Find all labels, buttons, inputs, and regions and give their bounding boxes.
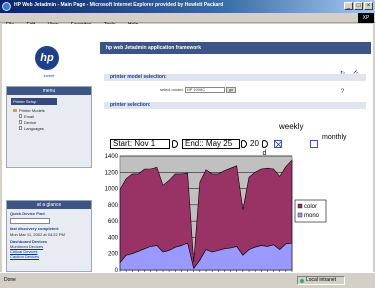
go-button[interactable]: go [225, 87, 237, 93]
hp-logo: hp [35, 46, 59, 70]
monthly-checkbox[interactable] [310, 140, 318, 148]
security-zone: Local intranet [297, 276, 345, 285]
document-icon [19, 126, 22, 130]
internet-explorer-icon [2, 2, 11, 11]
folder-icon [13, 109, 17, 112]
year-picker-icon[interactable] [262, 140, 268, 148]
legend-swatch [297, 212, 303, 218]
legend-swatch [297, 203, 303, 209]
last-discovery-value: Mon Mar 11, 2002 at 04:22 PM [10, 232, 65, 237]
hp-tagline: invent [43, 73, 55, 78]
y-tick-label: 600 [108, 219, 119, 225]
select-model-row: select model: HP 1000C go [160, 87, 237, 93]
app-header: hp web Jetadmin application framework [100, 42, 371, 54]
weekly-checkbox[interactable] [274, 140, 282, 148]
year-text: 20 [250, 139, 259, 148]
y-tick-label: 800 [108, 203, 119, 209]
end-date-picker-icon[interactable] [241, 140, 247, 148]
legend-entry: color [304, 204, 317, 210]
printer-selection-heading: printer selection: [104, 102, 366, 109]
glance-title: at a glance [7, 201, 91, 209]
status-bar: Done Local intranet [0, 272, 375, 288]
minimize-button[interactable]: _ [344, 2, 353, 10]
menu-panel-title: menu [7, 87, 91, 95]
windows-xp-badge: XP [358, 13, 374, 23]
header-icons: ↻ ⎙ ? [337, 62, 367, 95]
menu-select-dropdown[interactable]: Printer Setup [11, 98, 57, 105]
end-date-field[interactable]: End:: May 25 [182, 139, 240, 149]
select-model-label: select model: [160, 87, 184, 93]
maximize-button[interactable]: □ [354, 2, 363, 10]
close-button[interactable]: × [364, 2, 373, 10]
menu-bar: File Edit View Favorites Tools Help [0, 13, 375, 28]
at-a-glance-panel: at a glance Quick Device Find last disco… [6, 200, 92, 272]
window-title: HP Web Jetadmin - Main Page - Microsoft … [14, 2, 224, 8]
app-title: hp web Jetadmin application framework [106, 45, 202, 51]
weekly-label: weekly [279, 122, 304, 131]
quick-device-find-input[interactable] [10, 218, 50, 224]
document-icon [19, 114, 22, 118]
y-tick-label: 1000 [105, 187, 119, 193]
document-icon [19, 120, 22, 124]
usage-chart-card: Start: Nov 1 End:: May 25 20 d a i l wee… [96, 122, 347, 288]
usage-area-chart: 0200400600800100012001400135791113151719… [105, 154, 327, 281]
title-bar: HP Web Jetadmin - Main Page - Microsoft … [0, 0, 375, 13]
tree-item-languages[interactable]: Languages [19, 126, 45, 132]
dashboard-link[interactable]: Caution Devices [10, 254, 91, 259]
hp-logo-area: hp invent [26, 46, 72, 82]
menu-tree: Printer Models Email Device Languages [13, 108, 45, 132]
status-text: Done [4, 277, 16, 283]
y-tick-label: 400 [108, 235, 119, 241]
last-discovery-label: last discovery completed: [10, 226, 60, 231]
select-model-dropdown[interactable]: HP 1000C [184, 87, 225, 93]
help-icon[interactable]: ? [339, 89, 346, 96]
menu-panel: menu Printer Setup Printer Models Email … [6, 86, 92, 168]
monthly-label: monthly [322, 134, 347, 141]
start-date-picker-icon[interactable] [172, 140, 178, 148]
y-tick-label: 1200 [105, 170, 119, 176]
start-date-field[interactable]: Start: Nov 1 [110, 139, 170, 149]
left-column: hp invent menu Printer Setup Printer Mod… [4, 40, 96, 272]
legend-entry: mono [304, 213, 320, 219]
y-tick-label: 200 [108, 252, 119, 258]
y-tick-label: 1400 [105, 154, 119, 160]
quick-device-find-label: Quick Device Find [10, 211, 45, 216]
model-selection-heading: printer model selection: [104, 74, 366, 81]
dashboard-links: Monitored Devices Critical Devices Cauti… [10, 244, 91, 259]
browser-window: HP Web Jetadmin - Main Page - Microsoft … [0, 0, 375, 288]
